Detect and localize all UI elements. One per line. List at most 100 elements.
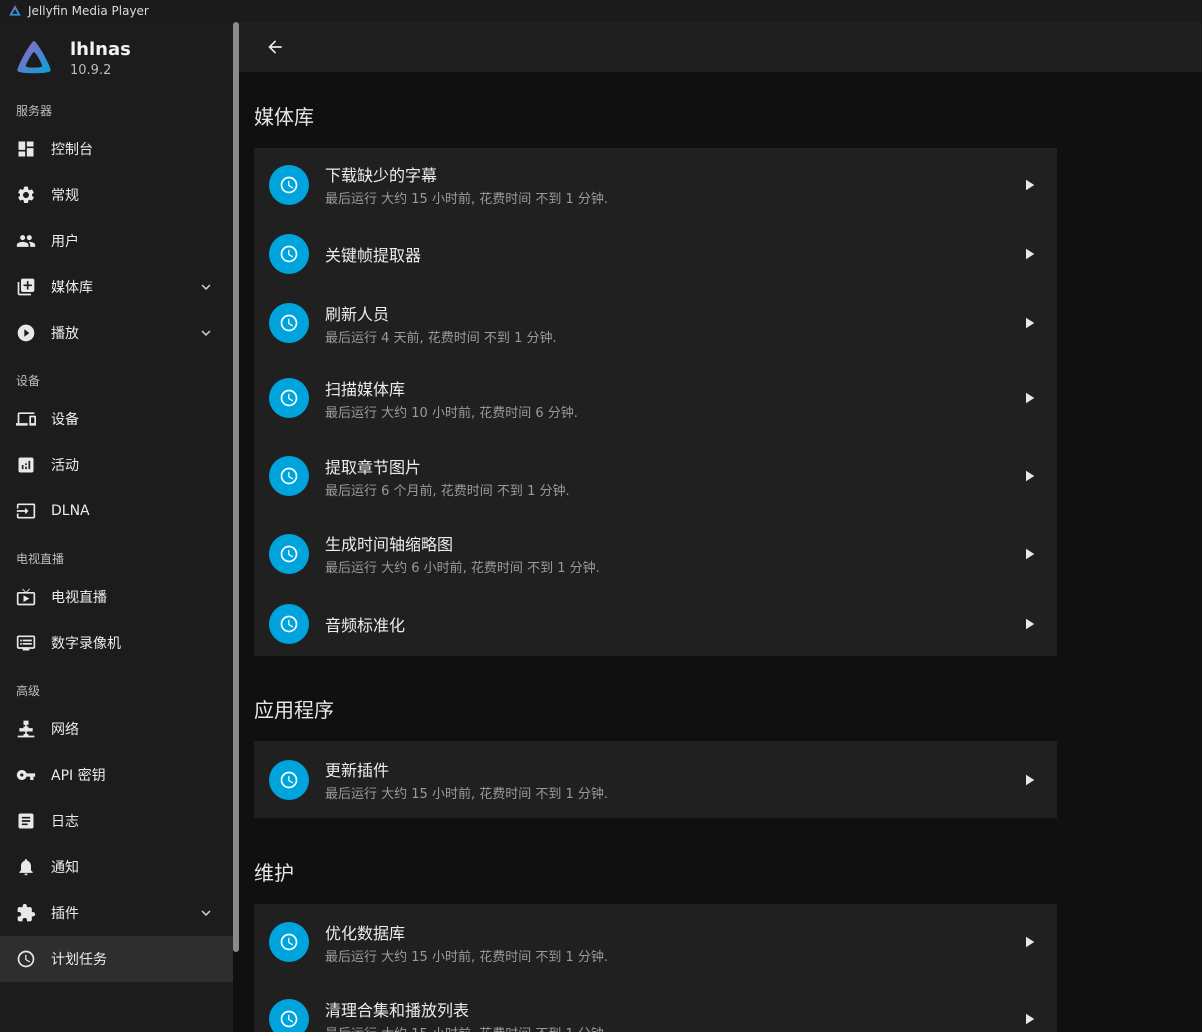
- chevron-down-icon[interactable]: [197, 904, 215, 922]
- sidebar-item-activity[interactable]: 活动: [0, 442, 233, 488]
- schedule-icon[interactable]: [269, 604, 309, 644]
- task-item[interactable]: 关键帧提取器: [254, 221, 1057, 287]
- sidebar-item-dvr[interactable]: 数字录像机: [0, 620, 233, 666]
- run-task-button[interactable]: [1017, 1007, 1041, 1031]
- task-name: 下载缺少的字幕: [325, 166, 438, 185]
- task-item[interactable]: 刷新人员 最后运行 4 天前, 花费时间 不到 1 分钟.: [254, 287, 1057, 359]
- task-status: 最后运行 大约 10 小时前, 花费时间 6 分钟.: [325, 405, 578, 421]
- analytics-icon: [16, 455, 36, 475]
- play-arrow-icon: [1026, 248, 1035, 260]
- task-status: 最后运行 6 个月前, 花费时间 不到 1 分钟.: [325, 483, 570, 499]
- task-item[interactable]: 生成时间轴缩略图 最后运行 大约 6 小时前, 花费时间 不到 1 分钟.: [254, 515, 1057, 592]
- task-name: 生成时间轴缩略图: [325, 535, 454, 554]
- sidebar-item-devices[interactable]: 设备: [0, 396, 233, 442]
- task-name: 扫描媒体库: [325, 379, 406, 399]
- devices-icon: [16, 409, 36, 429]
- input-icon: [16, 501, 36, 521]
- sidebar-item-dlna[interactable]: DLNA: [0, 488, 233, 534]
- task-list: 下载缺少的字幕 最后运行 大约 15 小时前, 花费时间 不到 1 分钟. 关键…: [254, 148, 1057, 656]
- play-arrow-icon: [1026, 618, 1035, 630]
- schedule-icon[interactable]: [269, 922, 309, 962]
- run-task-button[interactable]: [1017, 311, 1041, 335]
- back-button[interactable]: [263, 35, 287, 59]
- window-title: Jellyfin Media Player: [28, 4, 149, 18]
- sidebar-item-label: 设备: [51, 412, 79, 428]
- task-item[interactable]: 下载缺少的字幕 最后运行 大约 15 小时前, 花费时间 不到 1 分钟.: [254, 148, 1057, 221]
- sidebar-item-label: 插件: [51, 906, 79, 922]
- run-task-button[interactable]: [1017, 612, 1041, 636]
- group-title: 应用程序: [254, 698, 334, 722]
- task-list: 优化数据库 最后运行 大约 15 小时前, 花费时间 不到 1 分钟. 清理合集…: [254, 904, 1057, 1032]
- play-arrow-icon: [1026, 179, 1035, 190]
- sidebar-item-api-keys[interactable]: API 密钥: [0, 752, 233, 798]
- sidebar-item-live-tv[interactable]: 电视直播: [0, 574, 233, 620]
- task-name: 优化数据库: [325, 923, 406, 943]
- run-task-button[interactable]: [1017, 542, 1041, 566]
- sidebar-item-plugins[interactable]: 插件: [0, 890, 233, 936]
- dashboard-icon: [16, 139, 36, 159]
- schedule-icon[interactable]: [269, 234, 309, 274]
- task-name: 更新插件: [325, 761, 390, 780]
- sidebar-item-scheduled-tasks[interactable]: 计划任务: [0, 936, 233, 982]
- group-title: 媒体库: [254, 105, 314, 129]
- run-task-button[interactable]: [1017, 173, 1041, 197]
- server-version: 10.9.2: [70, 62, 112, 78]
- task-item[interactable]: 提取章节图片 最后运行 6 个月前, 花费时间 不到 1 分钟.: [254, 437, 1057, 515]
- schedule-icon[interactable]: [269, 999, 309, 1032]
- task-status: 最后运行 大约 15 小时前, 花费时间 不到 1 分钟.: [325, 192, 609, 207]
- run-task-button[interactable]: [1017, 464, 1041, 488]
- chevron-down-icon[interactable]: [197, 324, 215, 342]
- play-arrow-icon: [1026, 392, 1035, 404]
- task-item[interactable]: 清理合集和播放列表 最后运行 大约 15 小时前, 花费时间 不到 1 分钟.: [254, 980, 1057, 1032]
- task-item[interactable]: 音频标准化: [254, 592, 1057, 656]
- task-item[interactable]: 扫描媒体库 最后运行 大约 10 小时前, 花费时间 6 分钟.: [254, 359, 1057, 437]
- task-item[interactable]: 优化数据库 最后运行 大约 15 小时前, 花费时间 不到 1 分钟.: [254, 904, 1057, 980]
- sidebar-item-libraries[interactable]: 媒体库: [0, 264, 233, 310]
- play-arrow-icon: [1026, 936, 1035, 948]
- task-status: 最后运行 大约 15 小时前, 花费时间 不到 1 分钟.: [325, 787, 609, 802]
- jellyfin-logo-icon: [9, 5, 21, 16]
- gear-icon: [16, 185, 36, 205]
- task-status: 最后运行 大约 15 小时前, 花费时间 不到 1 分钟.: [325, 949, 609, 965]
- schedule-icon[interactable]: [269, 164, 309, 205]
- sidebar-item-logs[interactable]: 日志: [0, 798, 233, 844]
- sidebar-item-general[interactable]: 常规: [0, 172, 233, 218]
- sidebar-item-label: 网络: [51, 722, 79, 738]
- sidebar-item-dashboard[interactable]: 控制台: [0, 126, 233, 172]
- schedule-icon[interactable]: [269, 759, 309, 800]
- run-task-button[interactable]: [1017, 930, 1041, 954]
- sidebar-item-notifications[interactable]: 通知: [0, 844, 233, 890]
- arrow-back-icon: [268, 40, 282, 54]
- sidebar-item-users[interactable]: 用户: [0, 218, 233, 264]
- play-arrow-icon: [1026, 1013, 1035, 1025]
- sidebar-item-label: 常规: [51, 188, 79, 204]
- play-arrow-icon: [1026, 548, 1035, 559]
- schedule-icon[interactable]: [269, 456, 309, 496]
- key-icon: [16, 765, 36, 785]
- run-task-button[interactable]: [1017, 242, 1041, 266]
- run-task-button[interactable]: [1017, 768, 1041, 792]
- schedule-icon[interactable]: [269, 378, 309, 418]
- section-header-server: 服务器: [16, 103, 53, 118]
- chevron-down-icon[interactable]: [197, 278, 215, 296]
- task-status: 最后运行 大约 15 小时前, 花费时间 不到 1 分钟.: [325, 1023, 608, 1032]
- section-header-advanced: 高级: [16, 683, 41, 698]
- server-header[interactable]: lhlnas 10.9.2: [0, 22, 233, 94]
- sidebar-item-playback[interactable]: 播放: [0, 310, 233, 356]
- task-item[interactable]: 更新插件 最后运行 大约 15 小时前, 花费时间 不到 1 分钟.: [254, 741, 1057, 818]
- schedule-icon[interactable]: [269, 533, 309, 574]
- jellyfin-logo-icon: [17, 41, 51, 74]
- run-task-button[interactable]: [1017, 386, 1041, 410]
- sidebar-item-label: 日志: [51, 814, 79, 830]
- top-bar: [239, 22, 1202, 72]
- task-name: 关键帧提取器: [325, 246, 422, 265]
- play-circle-icon: [16, 323, 36, 343]
- window-titlebar: Jellyfin Media Player: [0, 0, 1202, 22]
- task-name: 音频标准化: [325, 616, 406, 635]
- play-arrow-icon: [1026, 774, 1035, 785]
- sidebar-item-label: 媒体库: [51, 280, 93, 296]
- sidebar-item-networking[interactable]: 网络: [0, 706, 233, 752]
- schedule-icon[interactable]: [269, 303, 309, 343]
- task-name: 清理合集和播放列表: [325, 1000, 470, 1020]
- section-header-livetv: 电视直播: [16, 551, 65, 566]
